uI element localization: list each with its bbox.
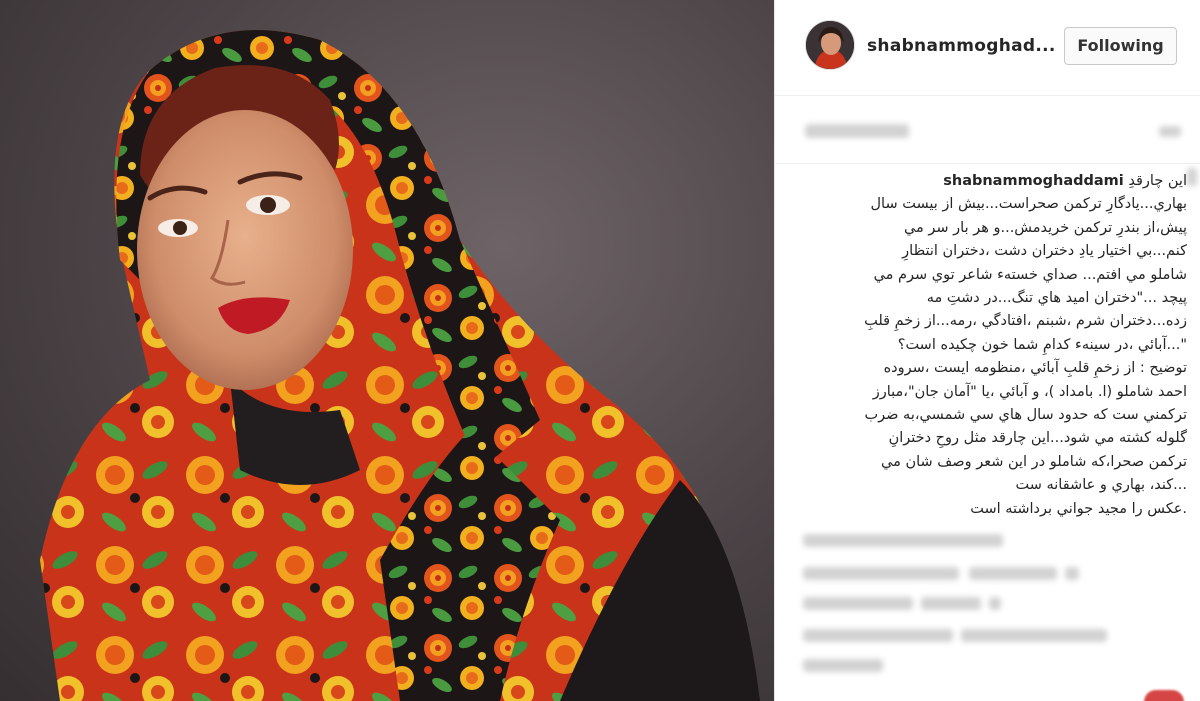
caption-line: تركمن صحرا،كه شاملو در اين شعر وصف شان م… (880, 453, 1187, 470)
blurred-comment (803, 626, 1183, 644)
blurred-comment (803, 531, 1183, 549)
blurred-comment-text (969, 567, 1057, 580)
caption-line: پيچد ..."دختران اميد هاي تنگ...در دشتِ م… (926, 290, 1187, 307)
blurred-timestamp (1159, 126, 1181, 137)
post-caption: اين چارقدِ shabnammoghaddami بهاري...ياد… (795, 170, 1187, 521)
blurred-comment (803, 594, 1183, 612)
blurred-comment-text (803, 597, 913, 610)
portrait-image (40, 30, 760, 701)
following-button[interactable]: Following (1064, 27, 1177, 65)
caption-line: "...آبائي ،در سينهء كدامِ شما خون چكيده … (897, 336, 1187, 353)
caption-line: كنم...بي اختيار يادِ دختران دشت ،دختران … (902, 243, 1187, 260)
blurred-likes-count (805, 124, 909, 138)
caption-username[interactable]: shabnammoghaddami (943, 173, 1124, 189)
blurred-comment-text (803, 659, 883, 672)
blurred-comment (803, 564, 1183, 582)
blurred-comment-text (921, 597, 981, 610)
caption-first-text: اين چارقدِ (1128, 173, 1187, 189)
likes-row (775, 96, 1200, 164)
red-badge-icon (1144, 690, 1184, 701)
caption-line: توضيح : از زخمِ قلبِ آبائي ،منظومه ايست … (883, 360, 1187, 377)
profile-photo-avatar-icon (806, 21, 854, 69)
post-photo[interactable] (0, 0, 774, 701)
caption-line: بهاري...يادگارِ تركمن صحراست...بيش از بي… (870, 196, 1188, 213)
caption-line: ...كند، بهاري و عاشقانه ست (1015, 477, 1188, 494)
blurred-comment (803, 656, 1183, 674)
caption-line: زده...دختران شرم ،شبنم ،افتادگي ،رمه...ا… (864, 313, 1187, 330)
caption-line: .عكس را مجيد جواني برداشته است (970, 500, 1187, 517)
blurred-comment-text (803, 534, 1003, 547)
blurred-comment-text (803, 567, 959, 580)
blurred-scrollbar (1187, 168, 1197, 186)
post-sidebar: shabnammoghad... Following اين چارقدِ sh… (774, 0, 1200, 701)
caption-line: تركمني ست كه حدود سال هاي سي شمسي،به ضرب (864, 407, 1187, 424)
caption-line: شاملو مي افتم... صداي خستهء شاعر توي سرم… (873, 266, 1187, 283)
caption-line: پيش،از بندرِ تركمن خريدمش...و هر بار سر … (903, 219, 1187, 236)
caption-first-line: اين چارقدِ shabnammoghaddami (795, 170, 1187, 193)
blurred-comment-text (961, 629, 1107, 642)
avatar[interactable] (805, 20, 855, 70)
blurred-emoji (1065, 567, 1079, 580)
post-username[interactable]: shabnammoghad... (867, 36, 1056, 56)
caption-line: احمد شاملو (ا. بامداد )، و آبائي ،يا "آم… (872, 383, 1187, 400)
caption-line: گلوله كشته مي شود...اين چارقد مثل روحِ د… (888, 430, 1187, 447)
post-header: shabnammoghad... Following (775, 0, 1200, 96)
blurred-emoji (989, 597, 1001, 610)
blurred-comment-text (803, 629, 953, 642)
